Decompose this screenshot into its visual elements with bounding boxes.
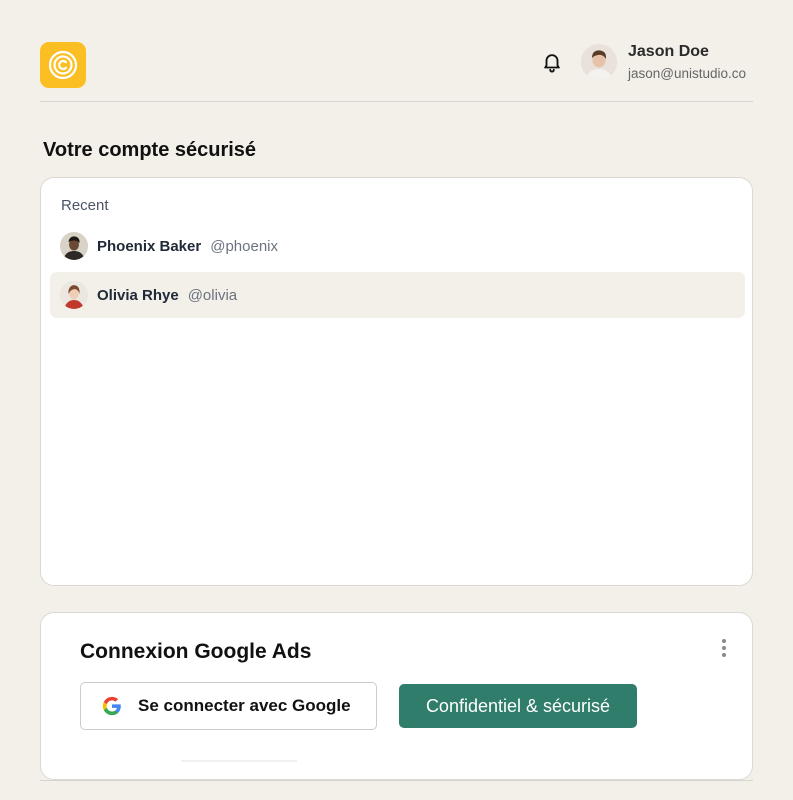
list-item-name: Phoenix Baker (97, 237, 202, 255)
avatar (60, 281, 88, 309)
more-vertical-icon[interactable] (717, 637, 731, 659)
google-ads-title: Connexion Google Ads (80, 640, 312, 663)
page-title: Votre compte sécurisé (43, 139, 257, 161)
google-icon (101, 695, 123, 717)
user-email: jason@unistudio.co (628, 66, 747, 81)
list-item-handle: @phoenix (210, 237, 278, 255)
secure-button[interactable]: Confidentiel & sécurisé (399, 684, 637, 728)
top-header: Jason Doe jason@unistudio.co (40, 40, 753, 102)
google-ads-card: Connexion Google Ads Se connecter avec G… (40, 612, 753, 780)
app-logo-icon[interactable] (40, 42, 86, 88)
divider (181, 760, 297, 762)
avatar (60, 232, 88, 260)
user-name: Jason Doe (628, 43, 709, 60)
list-item-name: Olivia Rhye (97, 286, 179, 304)
recent-label: Recent (61, 197, 109, 214)
list-item-olivia[interactable]: Olivia Rhye @olivia (50, 272, 745, 318)
bell-icon[interactable] (540, 50, 564, 74)
divider (40, 780, 753, 781)
avatar[interactable] (581, 44, 617, 80)
list-item-phoenix[interactable]: Phoenix Baker @phoenix (50, 223, 745, 269)
google-signin-label: Se connecter avec Google (138, 696, 351, 715)
recent-accounts-card: Recent Phoenix Baker @phoenix Olivia Rhy… (40, 177, 753, 586)
list-item-handle: @olivia (187, 286, 238, 304)
google-signin-button[interactable]: Se connecter avec Google (80, 682, 377, 730)
